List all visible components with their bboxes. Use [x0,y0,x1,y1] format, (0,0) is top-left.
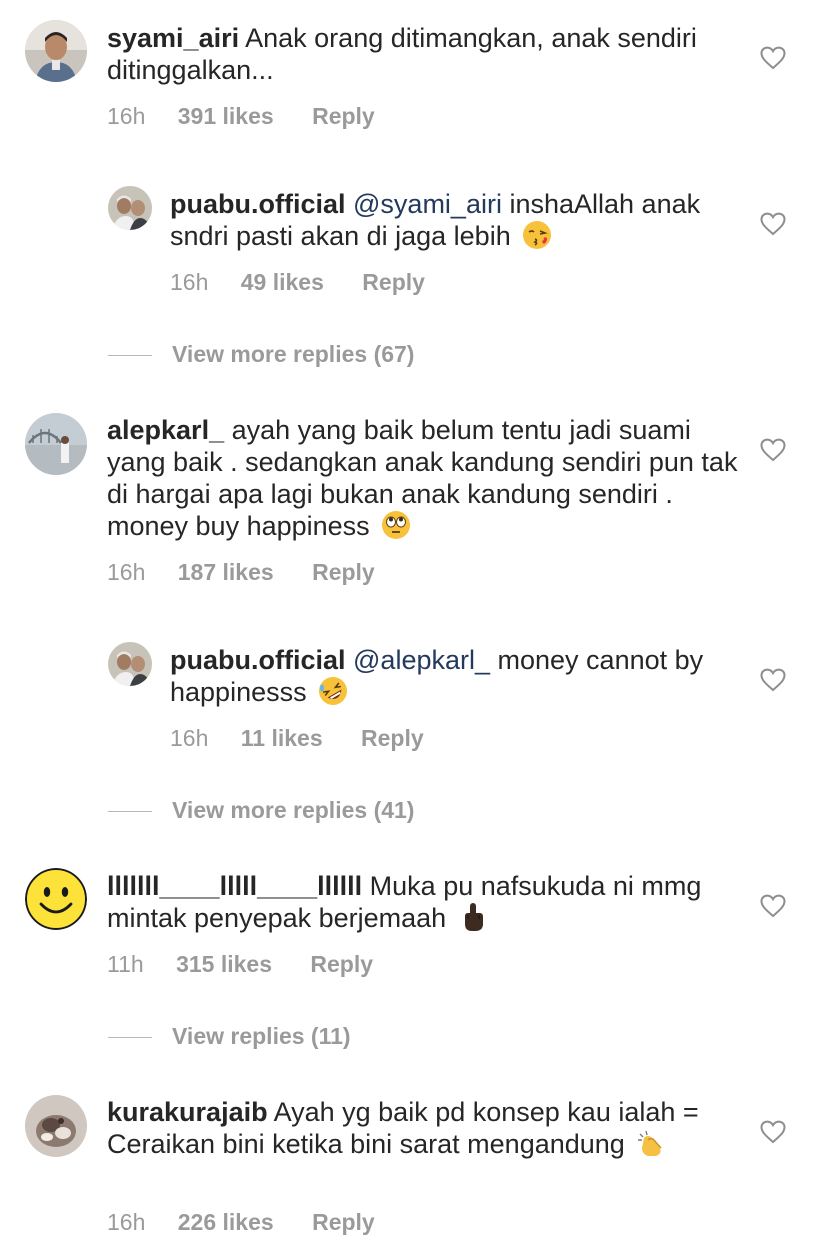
heart-icon[interactable] [760,46,786,70]
reply-button[interactable]: Reply [312,1209,375,1235]
timestamp: 16h [170,725,209,751]
timestamp: 16h [107,1209,146,1235]
comment-meta: 11h 315 likes Reply [107,951,373,978]
likes-count[interactable]: 226 likes [178,1209,274,1235]
heart-icon[interactable] [760,212,786,236]
reply-button[interactable]: Reply [362,269,425,295]
view-more-label[interactable]: View more replies (67) [172,341,414,367]
avatar[interactable] [25,868,87,930]
view-more-replies[interactable]: View more replies (67) [108,341,414,368]
view-more-label[interactable]: View more replies (41) [172,797,414,823]
heart-icon[interactable] [760,1120,786,1144]
likes-count[interactable]: 49 likes [241,269,324,295]
timestamp: 16h [107,559,146,585]
timestamp: 11h [107,951,144,977]
comment-meta: 16h 226 likes Reply [107,1209,375,1236]
divider-line [108,355,152,357]
username-link[interactable]: lllllll____lllll____llllll [107,871,362,901]
view-more-label[interactable]: View replies (11) [172,1023,351,1049]
kissing-face-emoji [523,221,552,249]
comment-meta: 16h 187 likes Reply [107,559,375,586]
heart-icon[interactable] [760,894,786,918]
middle-finger-emoji [464,903,483,931]
mention-link[interactable]: @alepkarl_ [353,645,490,675]
divider-line [108,1037,152,1039]
reply-button[interactable]: Reply [310,951,373,977]
eye-roll-emoji [382,511,411,539]
username-link[interactable]: puabu.official [170,645,346,675]
comment-text: lllllll____lllll____llllll Muka pu nafsu… [107,870,747,934]
username-link[interactable]: syami_airi [107,23,239,53]
avatar[interactable] [25,1095,87,1157]
comment-meta: 16h 391 likes Reply [107,103,375,130]
timestamp: 16h [107,103,146,129]
avatar[interactable] [108,186,152,230]
comment-text: puabu.official @alepkarl_ money cannot b… [170,644,740,708]
rofl-emoji [319,677,348,705]
comment-meta: 16h 11 likes Reply [170,725,424,752]
likes-count[interactable]: 187 likes [178,559,274,585]
reply-button[interactable]: Reply [312,559,375,585]
username-link[interactable]: kurakurajaib [107,1097,268,1127]
reply-button[interactable]: Reply [312,103,375,129]
heart-icon[interactable] [760,438,786,462]
reply-button[interactable]: Reply [361,725,424,751]
avatar[interactable] [25,20,87,82]
comment-meta: 16h 49 likes Reply [170,269,425,296]
avatar[interactable] [108,642,152,686]
view-replies[interactable]: View replies (11) [108,1023,351,1050]
view-more-replies[interactable]: View more replies (41) [108,797,414,824]
comment-text: puabu.official @syami_airi inshaAllah an… [170,188,740,252]
username-link[interactable]: puabu.official [170,189,346,219]
comment-text: alepkarl_ ayah yang baik belum tentu jad… [107,414,747,542]
comment-text: syami_airi Anak orang ditimangkan, anak … [107,22,747,86]
avatar[interactable] [25,413,87,475]
likes-count[interactable]: 391 likes [178,103,274,129]
comment-text: kurakurajaib Ayah yg baik pd konsep kau … [107,1096,747,1160]
clapping-hands-emoji [638,1130,662,1156]
heart-icon[interactable] [760,668,786,692]
divider-line [108,811,152,813]
timestamp: 16h [170,269,209,295]
username-link[interactable]: alepkarl_ [107,415,224,445]
mention-link[interactable]: @syami_airi [353,189,502,219]
likes-count[interactable]: 315 likes [176,951,272,977]
likes-count[interactable]: 11 likes [241,725,323,751]
